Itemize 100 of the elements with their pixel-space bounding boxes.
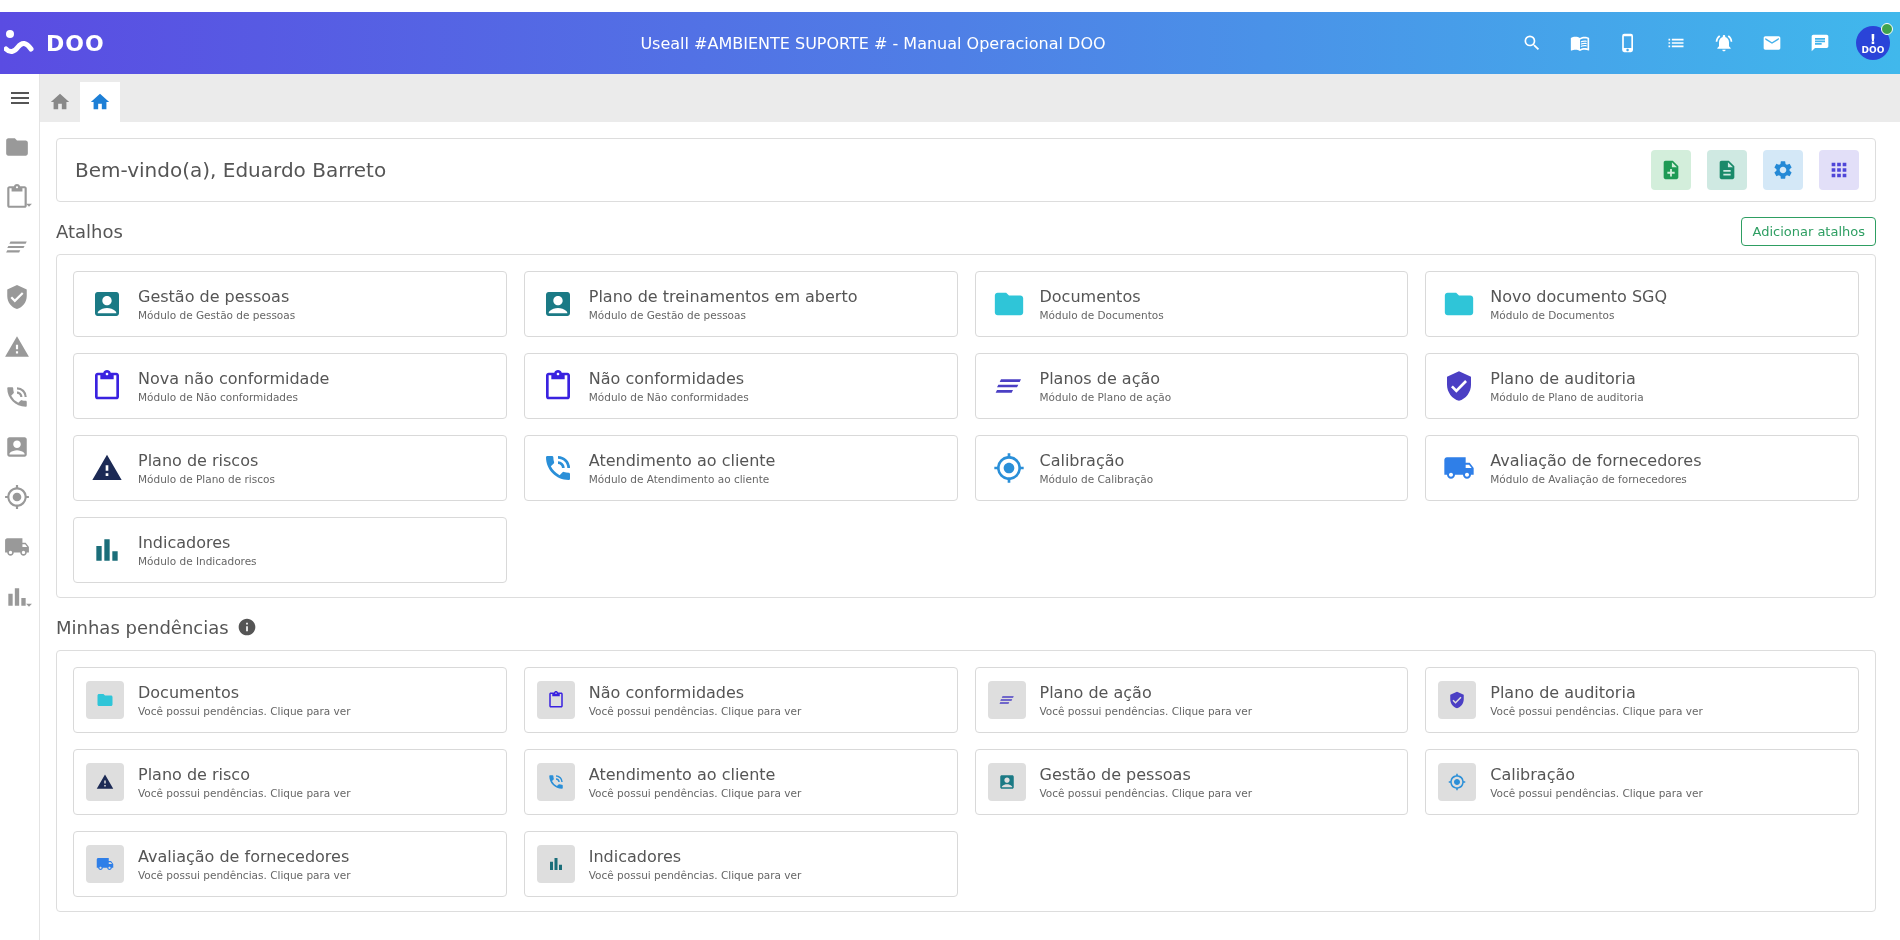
- card-title: Não conformidades: [588, 683, 746, 702]
- new-document-button[interactable]: [1651, 150, 1691, 190]
- card-title: Plano de risco: [138, 765, 251, 784]
- card-subtitle: Módulo de Não conformidades: [138, 391, 299, 403]
- card-subtitle: Módulo de Plano de riscos: [138, 473, 275, 485]
- shortcut-card[interactable]: Indicadores Módulo de Indicadores: [73, 517, 507, 583]
- shortcut-card[interactable]: Plano de auditoria Módulo de Plano de auditoria: [1425, 353, 1859, 419]
- apps-button[interactable]: [1819, 150, 1859, 190]
- search-button[interactable]: [1522, 33, 1542, 53]
- welcome-text: Bem-vindo(a), Eduardo Barreto: [75, 158, 387, 182]
- chat-icon: [1810, 33, 1830, 53]
- card-subtitle: Você possui pendências. Clique para ver: [138, 705, 351, 717]
- clipboard-icon: [546, 691, 565, 709]
- mail-icon: [1762, 33, 1782, 53]
- pending-card[interactable]: Não conformidades Você possui pendências. Clique para ver: [523, 667, 958, 733]
- shortcut-card[interactable]: Atendimento ao cliente Módulo de Atendimento ao cliente: [523, 435, 958, 501]
- logo-icon: [4, 29, 34, 57]
- truck-icon: [96, 855, 114, 873]
- clipboard-icon: [4, 184, 30, 210]
- person-card-icon: [997, 773, 1016, 791]
- card-subtitle: Módulo de Gestão de pessoas: [138, 309, 296, 321]
- info-icon[interactable]: [236, 617, 257, 637]
- card-title: Atendimento ao cliente: [588, 765, 777, 784]
- phone-icon: [546, 773, 565, 791]
- card-subtitle: Você possui pendências. Clique para ver: [1490, 705, 1703, 717]
- card-title: Nova não conformidade: [138, 369, 330, 388]
- section-title: Minhas pendências: [56, 616, 229, 638]
- card-title: Calibração: [1490, 765, 1577, 784]
- target-icon: [992, 452, 1025, 484]
- bell-button[interactable]: [1714, 33, 1734, 53]
- section-title: Atalhos: [56, 220, 123, 242]
- search-icon: [1522, 33, 1542, 53]
- card-title: Indicadores: [588, 847, 683, 866]
- card-subtitle: Você possui pendências. Clique para ver: [588, 787, 802, 799]
- pending-card[interactable]: Documentos Você possui pendências. Clique para ver: [73, 667, 507, 733]
- shortcut-card[interactable]: Calibração Módulo de Calibração: [974, 435, 1409, 501]
- pending-card[interactable]: Gestão de pessoas Você possui pendências. Clique para ver: [974, 749, 1409, 815]
- pending-card[interactable]: Plano de risco Você possui pendências. Clique para ver: [73, 749, 507, 815]
- card-title: Documentos: [1039, 287, 1142, 306]
- logo-text: DOO: [46, 30, 105, 56]
- shortcut-card[interactable]: Nova não conformidade Módulo de Não conformidades: [73, 353, 507, 419]
- warning-icon: [96, 773, 114, 791]
- card-subtitle: Módulo de Calibração: [1039, 473, 1154, 485]
- pending-card[interactable]: Atendimento ao cliente Você possui pendências. Clique para ver: [523, 749, 958, 815]
- target-icon: [4, 484, 30, 510]
- card-subtitle: Você possui pendências. Clique para ver: [138, 869, 351, 881]
- card-subtitle: Módulo de Indicadores: [138, 555, 257, 567]
- shortcut-card[interactable]: Documentos Módulo de Documentos: [974, 271, 1409, 337]
- home-tab[interactable]: [80, 82, 120, 122]
- card-subtitle: Módulo de Documentos: [1039, 309, 1164, 321]
- card-title: Avaliação de fornecedores: [138, 847, 351, 866]
- add-shortcuts-button[interactable]: Adicionar atalhos: [1741, 216, 1876, 246]
- shortcut-card[interactable]: Avaliação de fornecedores Módulo de Avaliação de fornecedores: [1425, 435, 1859, 501]
- shield-check-icon: [4, 284, 30, 310]
- card-title: Gestão de pessoas: [138, 287, 291, 306]
- card-title: Plano de auditoria: [1490, 369, 1637, 388]
- shortcut-card[interactable]: Não conformidades Módulo de Não conformidades: [523, 353, 958, 419]
- card-subtitle: Você possui pendências. Clique para ver: [588, 705, 802, 717]
- card-subtitle: Você possui pendências. Clique para ver: [588, 869, 802, 881]
- card-subtitle: Você possui pendências. Clique para ver: [1490, 787, 1703, 799]
- card-subtitle: Você possui pendências. Clique para ver: [1039, 705, 1253, 717]
- person-card-icon: [4, 434, 30, 460]
- card-subtitle: Módulo de Plano de auditoria: [1490, 391, 1644, 403]
- shortcut-card[interactable]: Novo documento SGQ Módulo de Documentos: [1425, 271, 1859, 337]
- shortcut-card[interactable]: Plano de treinamentos em aberto Módulo de Gestão de pessoas: [523, 271, 958, 337]
- card-title: Gestão de pessoas: [1039, 765, 1192, 784]
- card-subtitle: Módulo de Documentos: [1490, 309, 1616, 321]
- document-button[interactable]: [1707, 150, 1747, 190]
- card-title: Documentos: [138, 683, 240, 702]
- folder-icon: [96, 691, 114, 709]
- card-subtitle: Você possui pendências. Clique para ver: [1039, 787, 1253, 799]
- card-title: Planos de ação: [1039, 369, 1162, 388]
- card-subtitle: Módulo de Atendimento ao cliente: [588, 473, 771, 485]
- card-subtitle: Módulo de Plano de ação: [1039, 391, 1172, 403]
- phone-icon: [4, 384, 30, 410]
- settings-button[interactable]: [1763, 150, 1803, 190]
- user-avatar[interactable]: ! DOO: [1856, 26, 1890, 60]
- window-title: Useall #AMBIENTE SUPORTE # - Manual Operacional DOO: [639, 33, 1107, 53]
- shortcut-card[interactable]: Planos de ação Módulo de Plano de ação: [974, 353, 1409, 419]
- pending-card[interactable]: Avaliação de fornecedores Você possui pendências. Clique para ver: [73, 831, 507, 897]
- card-title: Não conformidades: [588, 369, 746, 388]
- card-subtitle: Módulo de Avaliação de fornecedores: [1490, 473, 1688, 485]
- card-subtitle: Você possui pendências. Clique para ver: [138, 787, 351, 799]
- pending-card[interactable]: Indicadores Você possui pendências. Clique para ver: [523, 831, 958, 897]
- card-title: Calibração: [1039, 451, 1126, 470]
- shortcut-card[interactable]: Gestão de pessoas Módulo de Gestão de pessoas: [73, 271, 507, 337]
- mail-button[interactable]: [1762, 33, 1782, 53]
- pending-card[interactable]: Plano de auditoria Você possui pendências. Clique para ver: [1425, 667, 1859, 733]
- pending-card[interactable]: Plano de ação Você possui pendências. Clique para ver: [974, 667, 1409, 733]
- pending-card[interactable]: Calibração Você possui pendências. Clique para ver: [1425, 749, 1859, 815]
- card-title: Plano de auditoria: [1490, 683, 1637, 702]
- bell-icon: [1714, 33, 1734, 53]
- card-title: Indicadores: [138, 533, 232, 552]
- card-title: Novo documento SGQ: [1490, 287, 1668, 306]
- shortcut-card[interactable]: Plano de riscos Módulo de Plano de riscos: [73, 435, 507, 501]
- card-title: Atendimento ao cliente: [588, 451, 776, 470]
- card-title: Plano de treinamentos em aberto: [588, 287, 858, 306]
- chat-button[interactable]: [1810, 33, 1830, 53]
- card-title: Avaliação de fornecedores: [1490, 451, 1702, 470]
- settings-icon: [1772, 159, 1794, 181]
